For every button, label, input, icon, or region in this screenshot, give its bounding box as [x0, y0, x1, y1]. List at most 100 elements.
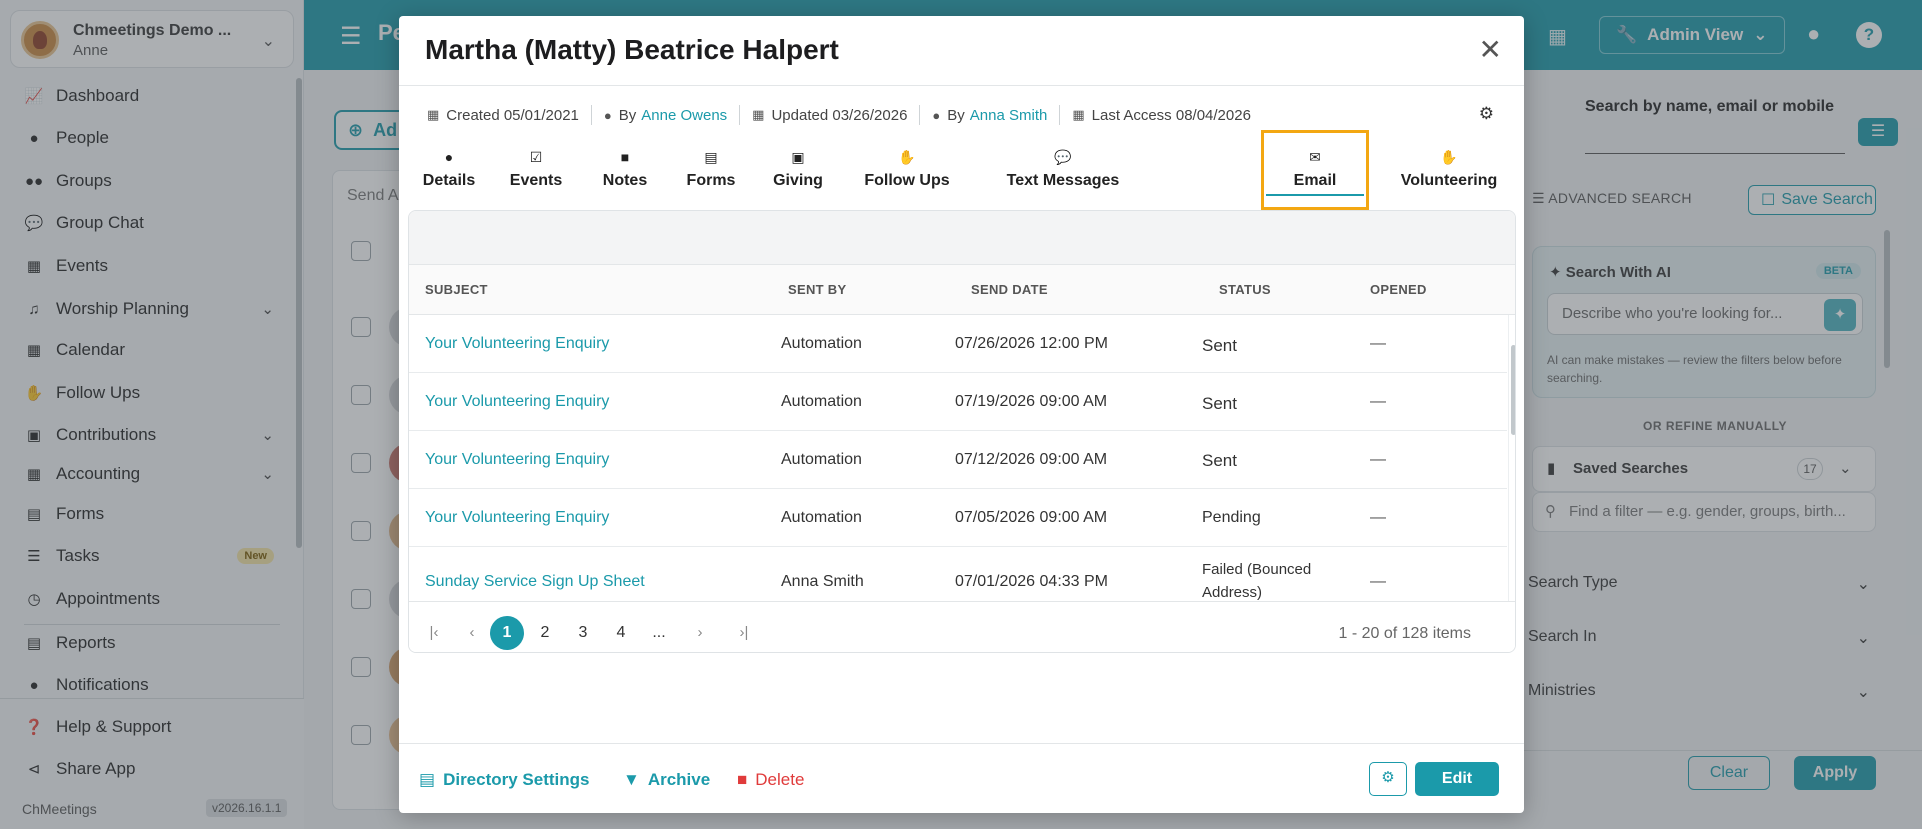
table-row[interactable]: Your Volunteering Enquiry Automation 07/…: [409, 431, 1507, 489]
status-line-1: Failed (Bounced: [1202, 561, 1312, 578]
column-header[interactable]: OPENED: [1370, 282, 1427, 297]
highlight-annotation: [1261, 130, 1369, 210]
send-date: 07/26/2026 12:00 PM: [955, 335, 1109, 352]
divider: [739, 105, 741, 125]
close-icon[interactable]: ✕: [1479, 36, 1502, 64]
pagination-info: 1 - 20 of 128 items: [1338, 625, 1471, 642]
calendar-icon: ▦: [752, 107, 765, 122]
calendar-check-icon: ☑: [529, 149, 543, 165]
modal-title: Martha (Matty) Beatrice Halpert: [425, 34, 839, 65]
page-button[interactable]: 3: [566, 616, 600, 650]
page-button[interactable]: 1: [490, 616, 524, 650]
calendar-icon: ▦: [1072, 107, 1085, 122]
created-by-link[interactable]: Anne Owens: [641, 107, 727, 124]
directory-settings-button[interactable]: ▤ Directory Settings: [419, 770, 590, 790]
handshake-icon: ✋: [898, 149, 916, 165]
column-header[interactable]: STATUS: [1219, 282, 1271, 297]
last-page-icon[interactable]: ›|: [727, 616, 761, 650]
tab-notes[interactable]: ■ Notes: [599, 144, 651, 198]
hand-icon: ✋: [1440, 149, 1458, 165]
email-grid: SUBJECT SENT BY SEND DATE STATUS OPENED …: [408, 210, 1516, 653]
opened: —: [1370, 509, 1386, 526]
user-settings-button[interactable]: ⚙: [1369, 762, 1407, 796]
page-button[interactable]: 4: [604, 616, 638, 650]
opened: —: [1370, 451, 1386, 468]
grid-toolbar: [409, 211, 1515, 265]
grid-scrollbar[interactable]: [1508, 315, 1515, 601]
contact-card-icon: ▤: [419, 770, 436, 789]
by-label: By: [947, 106, 965, 124]
person-modal: Martha (Matty) Beatrice Halpert ✕ ▦ Crea…: [399, 16, 1524, 813]
grid-body: Your Volunteering Enquiry Automation 07/…: [409, 315, 1507, 601]
tab-forms[interactable]: ▤ Forms: [683, 144, 739, 198]
sent-by: Automation: [781, 451, 862, 468]
sent-by: Automation: [781, 335, 862, 352]
archive-button[interactable]: ▼ Archive: [623, 770, 710, 790]
pagination: |‹ ‹ 1 2 3 4 ... › ›| 1 - 20 of 128 item…: [409, 601, 1515, 652]
table-row[interactable]: Your Volunteering Enquiry Automation 07/…: [409, 489, 1507, 547]
divider: [590, 105, 592, 125]
person-icon: ●: [603, 107, 612, 123]
send-date: 07/19/2026 09:00 AM: [955, 393, 1108, 410]
trash-icon: ■: [737, 770, 748, 789]
column-header[interactable]: SEND DATE: [971, 282, 1048, 297]
archive-icon: ▼: [623, 770, 640, 789]
column-header[interactable]: SENT BY: [788, 282, 846, 297]
table-row[interactable]: Your Volunteering Enquiry Automation 07/…: [409, 373, 1507, 431]
scrollbar-thumb[interactable]: [1511, 345, 1515, 435]
status: Sent: [1202, 336, 1237, 355]
send-date: 07/12/2026 09:00 AM: [955, 451, 1108, 468]
tab-follow-ups[interactable]: ✋ Follow Ups: [861, 144, 953, 198]
email-subject-link[interactable]: Your Volunteering Enquiry: [425, 451, 609, 469]
send-date: 07/05/2026 09:00 AM: [955, 509, 1108, 526]
sent-by: Automation: [781, 393, 862, 410]
status: Sent: [1202, 451, 1237, 470]
table-row[interactable]: Sunday Service Sign Up Sheet Anna Smith …: [409, 547, 1507, 601]
person-icon: ●: [932, 107, 941, 123]
tab-volunteering[interactable]: ✋ Volunteering: [1391, 144, 1507, 198]
sent-by: Automation: [781, 509, 862, 526]
user-settings-icon[interactable]: ⚙: [1479, 104, 1494, 124]
person-icon: ●: [444, 149, 454, 165]
opened: —: [1370, 393, 1386, 410]
delete-button[interactable]: ■ Delete: [737, 770, 804, 790]
email-subject-link[interactable]: Your Volunteering Enquiry: [425, 509, 609, 527]
sent-by: Anna Smith: [781, 573, 864, 590]
record-meta: ▦ Created 05/01/2021 ● By Anne Owens ▦ U…: [427, 105, 1251, 125]
last-access-date: Last Access 08/04/2026: [1091, 106, 1251, 124]
form-icon: ▤: [704, 149, 718, 165]
prev-page-icon[interactable]: ‹: [455, 616, 489, 650]
updated-by-link[interactable]: Anna Smith: [970, 107, 1048, 124]
divider: [399, 743, 1524, 744]
tab-text-messages[interactable]: 💬 Text Messages: [999, 144, 1127, 198]
next-page-icon[interactable]: ›: [683, 616, 717, 650]
first-page-icon[interactable]: |‹: [417, 616, 451, 650]
status: Sent: [1202, 394, 1237, 413]
tab-details[interactable]: ● Details: [417, 144, 481, 198]
updated-date: Updated 03/26/2026: [771, 106, 908, 124]
status-line-2: Address): [1202, 584, 1263, 601]
email-subject-link[interactable]: Your Volunteering Enquiry: [425, 335, 609, 353]
table-row[interactable]: Your Volunteering Enquiry Automation 07/…: [409, 315, 1507, 373]
divider: [1059, 105, 1061, 125]
email-subject-link[interactable]: Sunday Service Sign Up Sheet: [425, 573, 645, 591]
tab-events[interactable]: ☑ Events: [505, 144, 567, 198]
email-subject-link[interactable]: Your Volunteering Enquiry: [425, 393, 609, 411]
tab-giving[interactable]: ▣ Giving: [767, 144, 829, 198]
page-button[interactable]: ...: [642, 616, 676, 650]
divider: [919, 105, 921, 125]
page-button[interactable]: 2: [528, 616, 562, 650]
by-label: By: [618, 106, 637, 124]
grid-header: SUBJECT SENT BY SEND DATE STATUS OPENED: [409, 265, 1515, 315]
opened: —: [1370, 573, 1386, 590]
money-icon: ▣: [791, 149, 805, 165]
send-date: 07/01/2026 04:33 PM: [955, 573, 1109, 590]
status: Pending: [1202, 509, 1261, 526]
opened: —: [1370, 335, 1386, 352]
edit-button[interactable]: Edit: [1415, 762, 1499, 796]
user-gear-icon: ⚙: [1381, 769, 1395, 786]
divider: [399, 85, 1524, 86]
chat-bubble-icon: 💬: [1054, 149, 1072, 165]
column-header[interactable]: SUBJECT: [425, 282, 488, 297]
created-date: Created 05/01/2021: [446, 106, 579, 124]
